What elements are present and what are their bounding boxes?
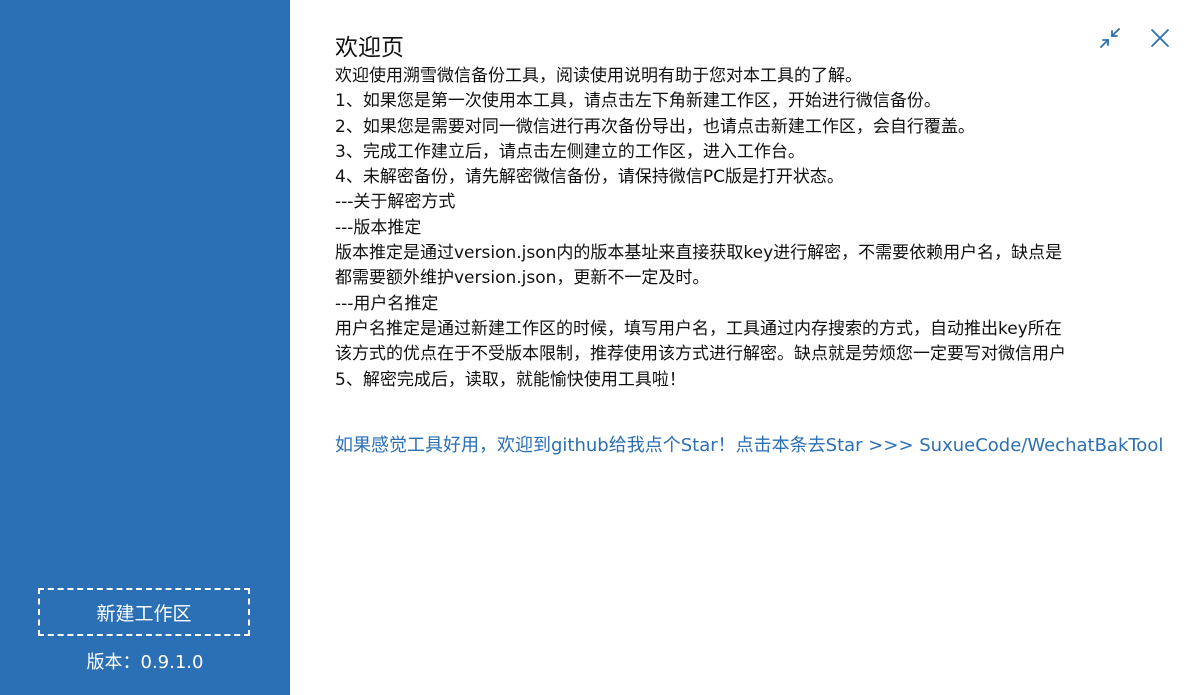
text-line: ---用户名推定 (335, 293, 439, 314)
text-line: 5、解密完成后，读取，就能愉快使用工具啦！ (335, 369, 686, 390)
new-workspace-button[interactable]: 新建工作区 (38, 588, 250, 636)
text-line: 用户名推定是通过新建工作区的时候，填写用户名，工具通过内存搜索的方式，自动推出k… (335, 318, 1062, 339)
text-line: 1、如果您是第一次使用本工具，请点击左下角新建工作区，开始进行微信备份。 (335, 91, 941, 112)
restore-icon (1100, 28, 1120, 48)
text-line: 该方式的优点在于不受版本限制，推荐使用该方式进行解密。缺点就是劳烦您一定要写对微… (335, 344, 1066, 365)
close-button[interactable] (1148, 26, 1172, 50)
version-label: 版本： (86, 652, 141, 673)
version-info: 版本：0.9.1.0 (0, 648, 290, 674)
github-star-link[interactable]: 如果感觉工具好用，欢迎到github给我点个Star！点击本条去Star >>>… (335, 431, 1163, 457)
text-line: 版本推定是通过version.json内的版本基址来直接获取key进行解密，不需… (335, 243, 1063, 264)
text-line: 3、完成工作建立后，请点击左侧建立的工作区，进入工作台。 (335, 141, 805, 162)
text-line: 4、未解密备份，请先解密微信备份，请保持微信PC版是打开状态。 (335, 167, 844, 188)
version-value: 0.9.1.0 (140, 652, 204, 673)
text-line: ---关于解密方式 (335, 192, 456, 213)
window-controls (1098, 26, 1172, 50)
app-window: 新建工作区 版本：0.9.1.0 欢迎页 欢迎使用溯雪微信备份工具，阅读使用说明… (0, 0, 1200, 695)
text-line: 都需要额外维护version.json，更新不一定及时。 (335, 268, 710, 289)
text-line: 欢迎使用溯雪微信备份工具，阅读使用说明有助于您对本工具的了解。 (335, 66, 862, 86)
page-title: 欢迎页 (335, 35, 404, 61)
text-line: 2、如果您是需要对同一微信进行再次备份导出，也请点击新建工作区，会自行覆盖。 (335, 116, 975, 137)
welcome-text: 欢迎使用溯雪微信备份工具，阅读使用说明有助于您对本工具的了解。 1、如果您是第一… (335, 64, 1200, 393)
sidebar: 新建工作区 版本：0.9.1.0 (0, 0, 290, 695)
main-panel: 欢迎页 欢迎使用溯雪微信备份工具，阅读使用说明有助于您对本工具的了解。 1、如果… (290, 0, 1200, 695)
close-icon (1151, 29, 1169, 47)
text-line: ---版本推定 (335, 217, 422, 238)
restore-button[interactable] (1098, 26, 1122, 50)
